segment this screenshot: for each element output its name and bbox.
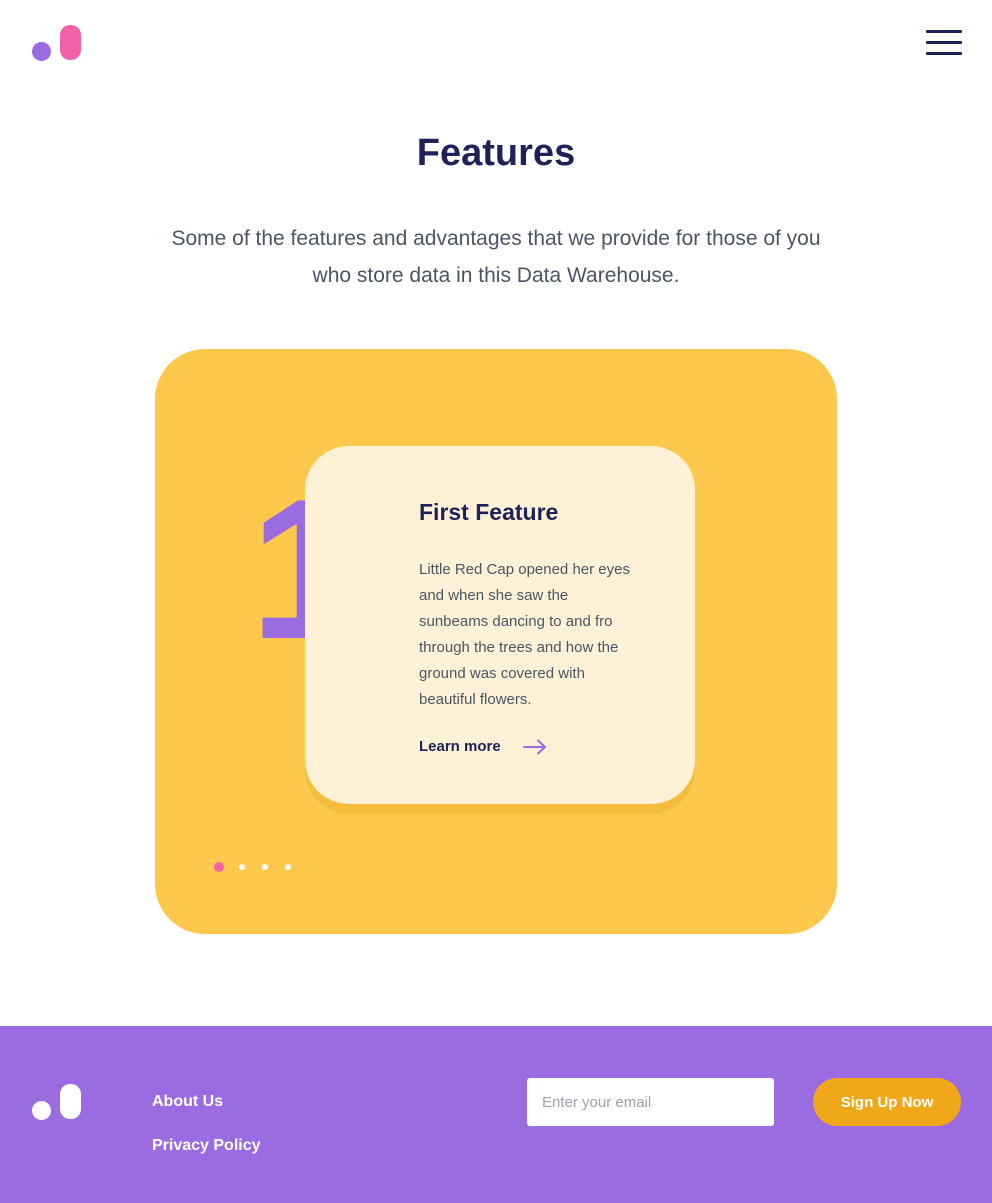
section-title: Features	[416, 132, 576, 174]
sign-up-button[interactable]: Sign Up Now	[813, 1078, 961, 1126]
menu-line	[926, 41, 962, 44]
pagination-dot[interactable]	[285, 864, 291, 870]
arrow-right-icon	[522, 739, 546, 754]
pagination-dot[interactable]	[239, 864, 245, 870]
learn-more-link[interactable]: Learn more	[419, 738, 547, 755]
menu-line	[926, 30, 962, 33]
logo-pill-shape	[60, 1084, 81, 1119]
privacy-policy-link[interactable]: Privacy Policy	[152, 1137, 261, 1155]
pagination-dot[interactable]	[262, 864, 268, 870]
logo-pill-shape	[60, 25, 81, 60]
logo-dot-shape	[32, 42, 51, 61]
brand-logo[interactable]	[32, 25, 82, 61]
pagination-dot-active[interactable]	[214, 862, 224, 872]
about-us-link[interactable]: About Us	[152, 1093, 223, 1111]
section-subtitle: Some of the features and advantages that…	[171, 227, 821, 287]
logo-dot-shape	[32, 1101, 51, 1120]
feature-description: Little Red Cap opened her eyes and when …	[419, 561, 630, 708]
hamburger-menu-icon[interactable]	[924, 28, 964, 58]
footer-logo[interactable]	[32, 1084, 82, 1120]
feature-title: First Feature	[419, 499, 559, 525]
site-footer: About Us Privacy Policy Sign Up Now	[0, 1026, 992, 1203]
learn-more-label: Learn more	[419, 738, 501, 755]
email-input[interactable]	[527, 1078, 774, 1126]
menu-line	[926, 52, 962, 55]
